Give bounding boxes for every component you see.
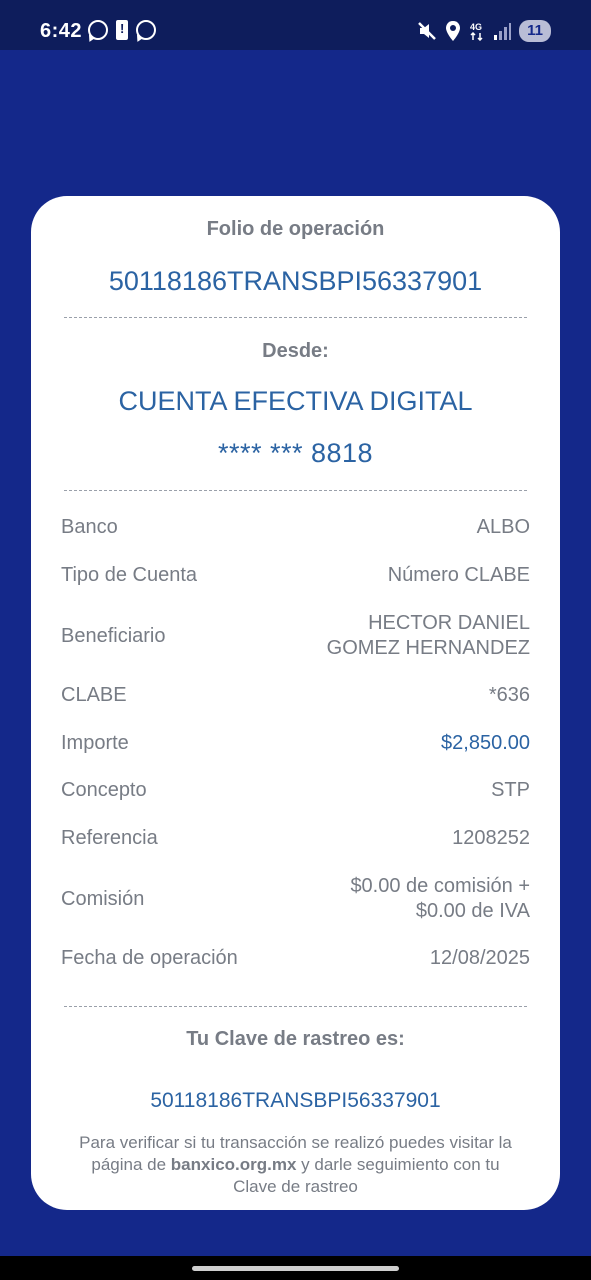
divider (64, 317, 527, 318)
detail-label: Banco (61, 516, 118, 538)
divider (64, 1006, 527, 1007)
detail-row-banco: Banco ALBO (61, 516, 530, 539)
banxico-link[interactable]: banxico.org.mx (171, 1155, 297, 1174)
detail-label: Comisión (61, 887, 145, 910)
detail-row-fecha: Fecha de operación 12/08/2025 (61, 947, 530, 970)
from-label: Desde: (262, 340, 329, 362)
detail-value: 1208252 (452, 827, 530, 849)
folio-label: Folio de operación (206, 218, 385, 240)
battery-alert-icon (116, 20, 128, 40)
detail-row-beneficiario: Beneficiario HECTOR DANIEL GOMEZ HERNAND… (61, 610, 530, 662)
receipt-card: Folio de operación 50118186TRANSBPI56337… (31, 196, 560, 1210)
svg-text:4G: 4G (470, 22, 482, 32)
detail-label: CLABE (61, 684, 127, 706)
beneficiary-line1: HECTOR DANIEL (368, 612, 530, 634)
location-icon (446, 21, 461, 41)
detail-row-comision: Comisión $0.00 de comisión + $0.00 de IV… (61, 873, 530, 925)
detail-row-importe: Importe $2,850.00 (61, 732, 530, 755)
folio-value: 50118186TRANSBPI56337901 (108, 266, 483, 296)
detail-label: Tipo de Cuenta (61, 564, 198, 586)
whatsapp-icon (88, 20, 108, 40)
rastreo-label: Tu Clave de rastreo es: (186, 1028, 405, 1050)
detail-label: Concepto (61, 779, 147, 801)
amount-value: $2,850.00 (441, 732, 530, 754)
detail-row-concepto: Concepto STP (61, 779, 530, 802)
beneficiary-line2: GOMEZ HERNANDEZ (326, 637, 530, 659)
rastreo-value: 50118186TRANSBPI56337901 (150, 1089, 441, 1112)
whatsapp-icon (136, 20, 156, 40)
detail-value: *636 (488, 684, 530, 706)
detail-value: Número CLABE (387, 564, 530, 586)
detail-value: STP (491, 779, 530, 801)
detail-value: HECTOR DANIEL GOMEZ HERNANDEZ (327, 611, 530, 661)
navigation-bar (0, 1256, 591, 1280)
detail-label: Fecha de operación (61, 947, 238, 969)
account-number: **** *** 8818 (217, 438, 374, 468)
detail-row-referencia: Referencia 1208252 (61, 827, 530, 850)
detail-row-clabe: CLABE *636 (61, 684, 530, 707)
detail-label: Beneficiario (61, 624, 166, 647)
status-right-icons: 4G 11 (417, 20, 551, 42)
status-left-icons (88, 20, 156, 40)
detail-value: ALBO (476, 516, 530, 538)
detail-value: 12/08/2025 (429, 947, 530, 969)
account-name: CUENTA EFECTIVA DIGITAL (118, 386, 473, 416)
divider (64, 490, 527, 491)
verification-note: Para verificar si tu transacción se real… (31, 1132, 560, 1198)
signal-icon (494, 23, 512, 40)
status-bar: 6:42 4G 11 (0, 0, 591, 50)
commission-line1: $0.00 de comisión + (350, 875, 530, 897)
home-handle[interactable] (192, 1266, 399, 1271)
commission-line2: $0.00 de IVA (415, 900, 530, 922)
4g-icon: 4G (470, 22, 483, 41)
detail-row-tipo-cuenta: Tipo de Cuenta Número CLABE (61, 564, 530, 587)
detail-label: Referencia (61, 827, 158, 849)
mute-icon (418, 22, 437, 40)
detail-label: Importe (61, 732, 129, 754)
notification-badge: 11 (519, 20, 551, 42)
status-time: 6:42 (40, 20, 83, 42)
detail-value: $0.00 de comisión + $0.00 de IVA (350, 874, 530, 924)
